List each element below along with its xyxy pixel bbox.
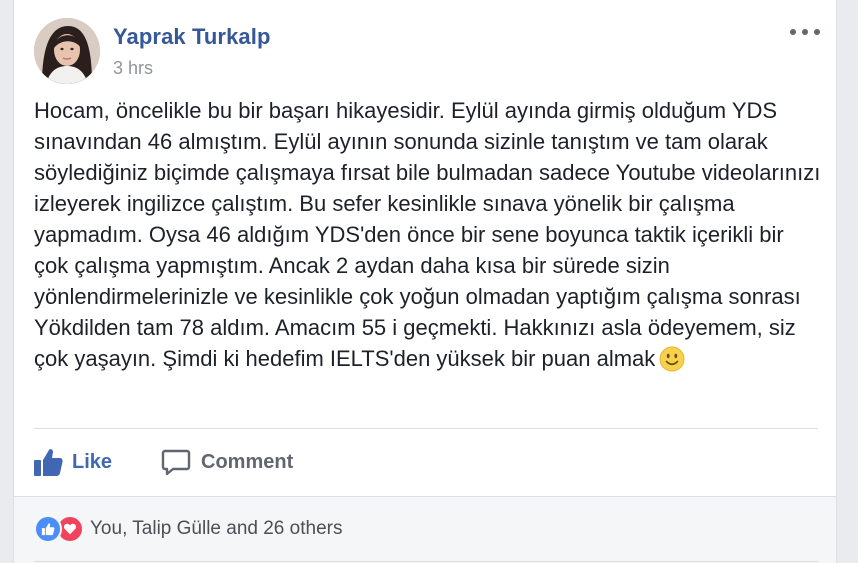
like-button[interactable]: Like xyxy=(32,444,112,480)
like-label: Like xyxy=(72,450,113,473)
post-card: Yaprak Turkalp 3 hrs Hocam, öncelikle bu… xyxy=(13,0,837,563)
actions-divider xyxy=(34,428,818,429)
post-text: Hocam, öncelikle bu bir başarı hikayesid… xyxy=(34,98,821,371)
author-name[interactable]: Yaprak Turkalp xyxy=(113,24,271,50)
smiley-emoji-icon xyxy=(659,346,685,372)
comment-label: Comment xyxy=(201,450,294,473)
post-body: Hocam, öncelikle bu bir başarı hikayesid… xyxy=(34,95,824,374)
author-avatar[interactable] xyxy=(34,18,100,84)
more-options-icon[interactable] xyxy=(790,22,820,42)
reactions-footer: You, Talip Gülle and 26 others xyxy=(14,496,836,563)
reactions-summary[interactable]: You, Talip Gülle and 26 others xyxy=(34,514,342,544)
like-reaction-icon xyxy=(34,515,62,543)
post-timestamp[interactable]: 3 hrs xyxy=(113,58,153,79)
comments-divider xyxy=(34,561,818,562)
profile-photo xyxy=(34,18,100,84)
comment-icon xyxy=(161,449,191,476)
comment-button[interactable]: Comment xyxy=(161,444,293,480)
reactions-summary-text[interactable]: You, Talip Gülle and 26 others xyxy=(90,518,342,540)
thumbs-up-icon xyxy=(34,449,63,476)
